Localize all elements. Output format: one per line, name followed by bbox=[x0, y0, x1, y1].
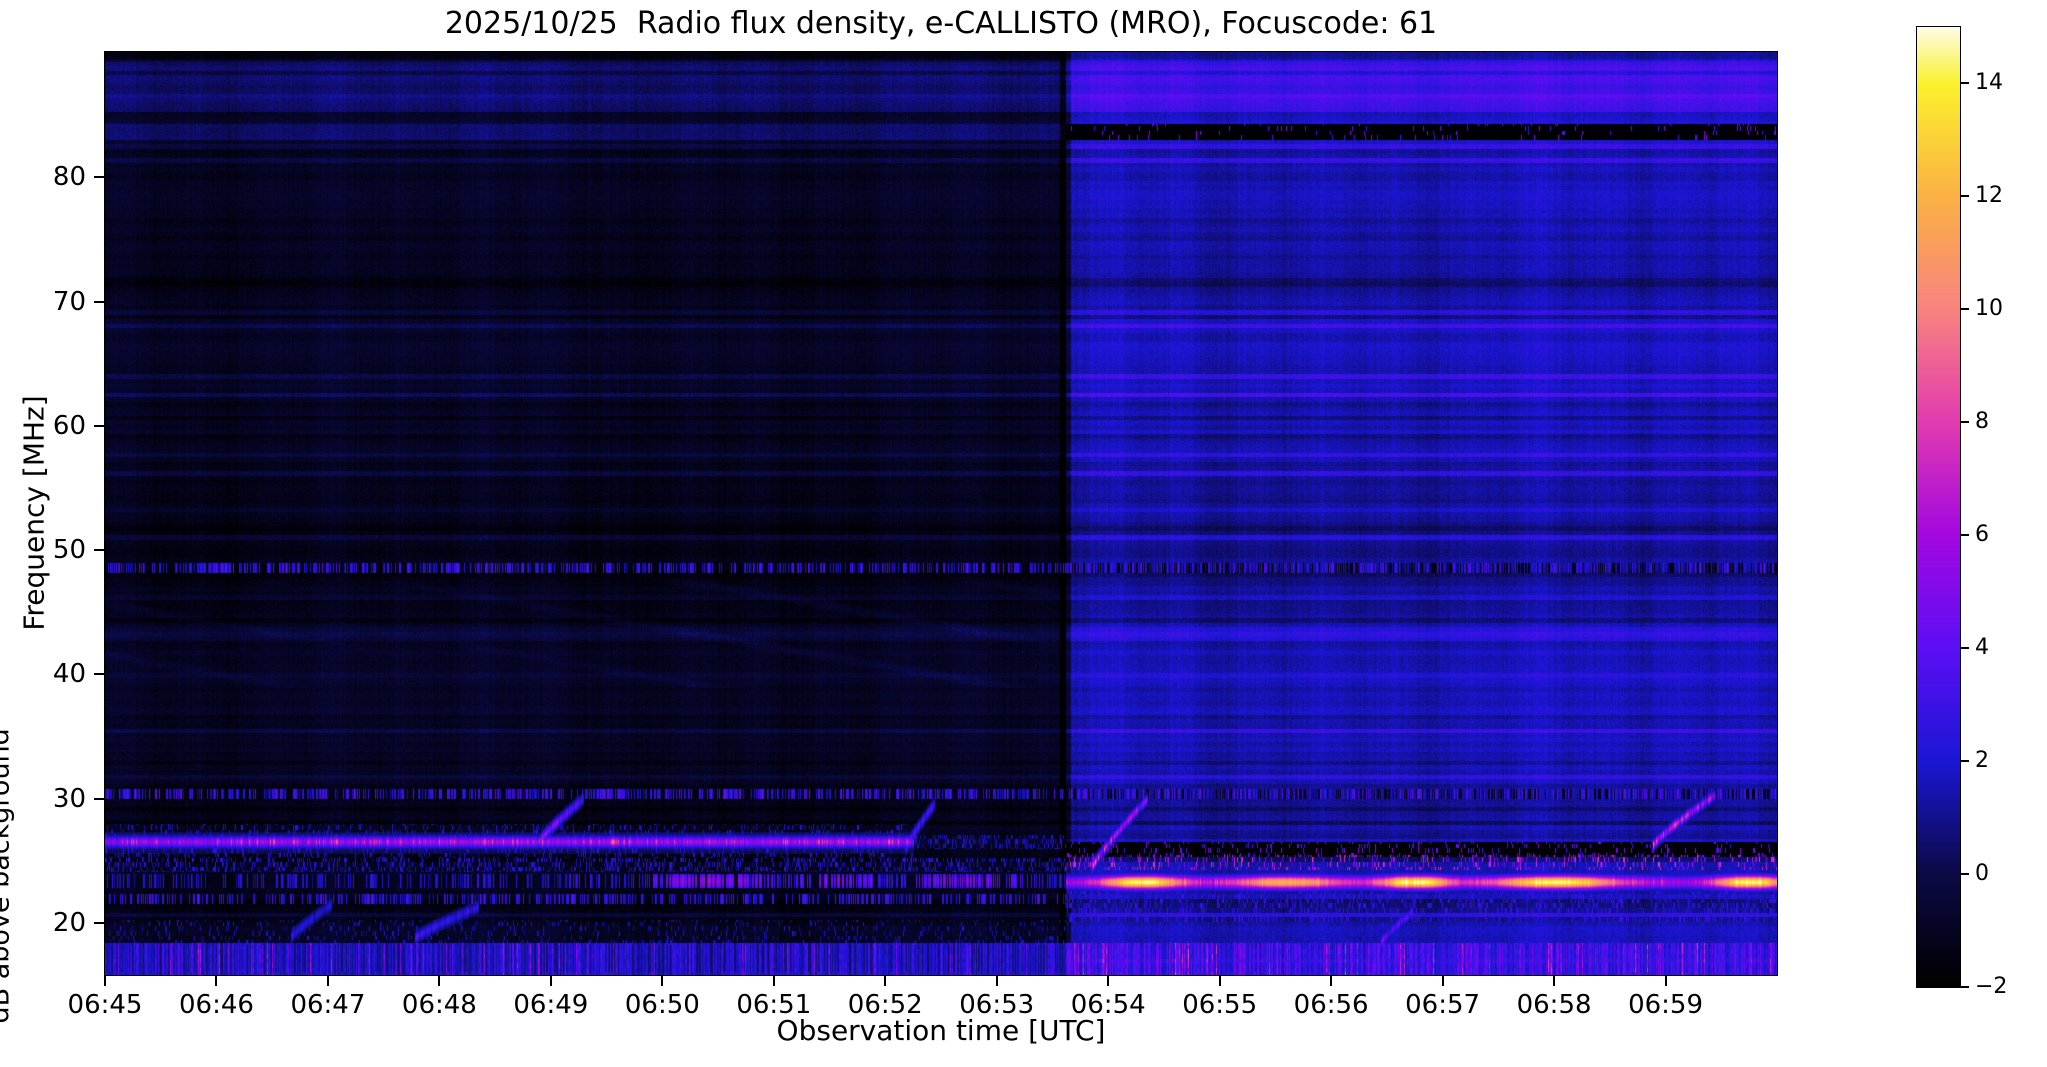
y-axis-label: Frequency [MHz] bbox=[18, 395, 51, 630]
colorbar-tick-label: −2 bbox=[1975, 974, 2035, 1000]
colorbar-label: dB above background bbox=[0, 0, 16, 1024]
x-tick-mark bbox=[104, 976, 106, 986]
x-tick-mark bbox=[1665, 976, 1667, 986]
x-tick-label: 06:56 bbox=[1271, 990, 1391, 1020]
x-tick-mark bbox=[438, 976, 440, 986]
x-tick-label: 06:46 bbox=[156, 990, 276, 1020]
y-tick-mark bbox=[94, 922, 104, 924]
colorbar-tick-label: 10 bbox=[1975, 296, 2035, 322]
x-tick-mark bbox=[1107, 976, 1109, 986]
x-tick-mark bbox=[661, 976, 663, 986]
colorbar-tick-mark bbox=[1961, 82, 1969, 84]
colorbar-tick-label: 6 bbox=[1975, 522, 2035, 548]
x-tick-label: 06:50 bbox=[602, 990, 722, 1020]
x-tick-mark bbox=[996, 976, 998, 986]
colorbar-gradient bbox=[1917, 27, 1960, 987]
y-tick-mark bbox=[94, 425, 104, 427]
colorbar-tick-mark bbox=[1961, 308, 1969, 310]
colorbar-tick-mark bbox=[1961, 534, 1969, 536]
y-tick-mark bbox=[94, 176, 104, 178]
y-tick-mark bbox=[94, 301, 104, 303]
y-tick-label: 20 bbox=[16, 908, 86, 938]
colorbar-tick-mark bbox=[1961, 647, 1969, 649]
x-tick-label: 06:47 bbox=[268, 990, 388, 1020]
x-tick-mark bbox=[1442, 976, 1444, 986]
y-tick-label: 40 bbox=[16, 659, 86, 689]
x-axis-label: Observation time [UTC] bbox=[777, 1014, 1106, 1047]
x-tick-label: 06:59 bbox=[1606, 990, 1726, 1020]
x-tick-mark bbox=[215, 976, 217, 986]
chart-title: 2025/10/25 Radio flux density, e-CALLIST… bbox=[445, 6, 1437, 41]
y-tick-label: 30 bbox=[16, 784, 86, 814]
colorbar-tick-mark bbox=[1961, 760, 1969, 762]
colorbar-tick-mark bbox=[1961, 873, 1969, 875]
x-tick-label: 06:45 bbox=[45, 990, 165, 1020]
y-tick-mark bbox=[94, 549, 104, 551]
spectrogram-figure: 2025/10/25 Radio flux density, e-CALLIST… bbox=[0, 0, 2047, 1067]
x-tick-mark bbox=[327, 976, 329, 986]
y-tick-label: 70 bbox=[16, 287, 86, 317]
y-tick-mark bbox=[94, 673, 104, 675]
spectrogram-heatmap bbox=[105, 52, 1777, 975]
colorbar-tick-label: 4 bbox=[1975, 635, 2035, 661]
x-tick-label: 06:58 bbox=[1494, 990, 1614, 1020]
colorbar-tick-mark bbox=[1961, 421, 1969, 423]
x-tick-mark bbox=[884, 976, 886, 986]
y-tick-label: 80 bbox=[16, 162, 86, 192]
colorbar-tick-label: 2 bbox=[1975, 748, 2035, 774]
x-tick-label: 06:57 bbox=[1383, 990, 1503, 1020]
x-tick-label: 06:49 bbox=[491, 990, 611, 1020]
x-tick-mark bbox=[1330, 976, 1332, 986]
colorbar-tick-label: 12 bbox=[1975, 183, 2035, 209]
colorbar-tick-label: 0 bbox=[1975, 861, 2035, 887]
x-tick-mark bbox=[550, 976, 552, 986]
x-tick-mark bbox=[773, 976, 775, 986]
x-tick-label: 06:55 bbox=[1160, 990, 1280, 1020]
colorbar-tick-label: 8 bbox=[1975, 409, 2035, 435]
x-tick-mark bbox=[1219, 976, 1221, 986]
y-tick-mark bbox=[94, 798, 104, 800]
colorbar-tick-mark bbox=[1961, 986, 1969, 988]
colorbar-tick-label: 14 bbox=[1975, 70, 2035, 96]
x-tick-mark bbox=[1553, 976, 1555, 986]
colorbar-tick-mark bbox=[1961, 195, 1969, 197]
x-tick-label: 06:48 bbox=[379, 990, 499, 1020]
